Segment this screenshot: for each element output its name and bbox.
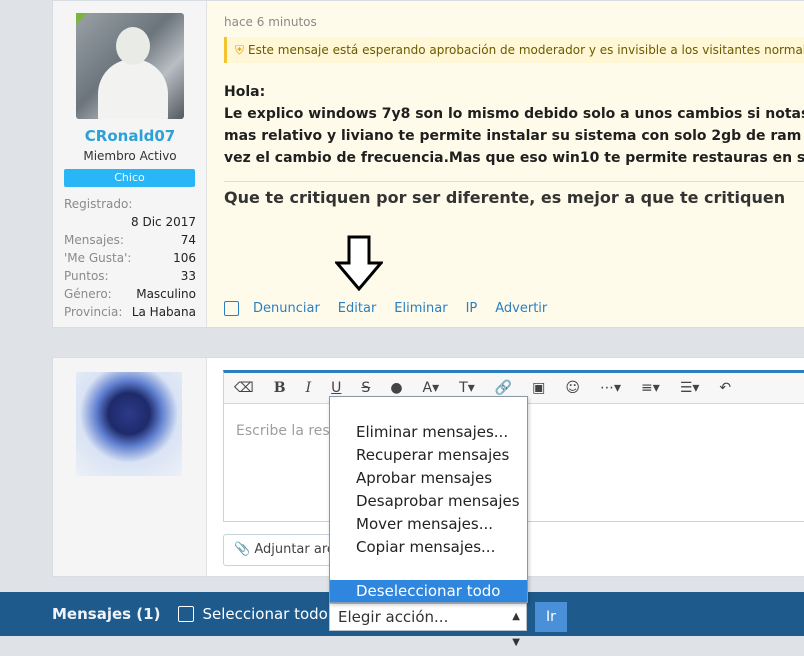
user-avatar[interactable] (76, 13, 184, 119)
image-icon[interactable]: ▣ (532, 380, 545, 396)
list-icon[interactable]: ☰▾ (680, 380, 700, 396)
stat-value: 33 (180, 269, 196, 283)
post-body: Hola: Le explico windows 7y8 son lo mism… (224, 81, 804, 169)
post-body-line: mas relativo y liviano te permite instal… (224, 128, 804, 144)
stat-row: Puntos: 33 (64, 267, 196, 285)
shield-icon: ⛨ (235, 43, 245, 57)
post-body-line: Le explico windows 7y8 son lo mismo debi… (224, 106, 804, 122)
stat-label: Mensajes: (64, 233, 124, 247)
stat-value: La Habana (131, 305, 196, 319)
dropdown-option[interactable]: Copiar mensajes... (356, 538, 495, 556)
post: CRonald07 Miembro Activo Chico Registrad… (52, 0, 804, 328)
stat-label: 'Me Gusta': (64, 251, 132, 265)
post-body-line: Hola: (224, 84, 266, 100)
stat-row: Provincia: La Habana (64, 303, 196, 321)
stat-value: 74 (180, 233, 196, 247)
paperclip-icon: 📎 (234, 542, 251, 557)
font-size-icon[interactable]: A▾ (423, 380, 440, 396)
moderation-notice: ⛨ Este mensaje está esperando aprobación … (224, 37, 804, 63)
stat-label: Género: (64, 287, 112, 301)
stat-value: 106 (173, 251, 196, 265)
align-icon[interactable]: ≡▾ (641, 380, 660, 396)
stat-label: Provincia: (64, 305, 123, 319)
stat-label: Puntos: (64, 269, 109, 283)
selected-messages-count: Mensajes (1) (52, 605, 161, 623)
bold-icon[interactable]: B (274, 380, 286, 396)
select-all-checkbox[interactable] (178, 606, 195, 622)
strikethrough-icon[interactable]: S (361, 380, 370, 396)
down-arrow-icon (335, 235, 383, 291)
post-actions: Denunciar Editar Eliminar IP Advertir (224, 301, 565, 316)
attach-label: Adjuntar arc (254, 542, 335, 557)
post-user-sidebar: CRonald07 Miembro Activo Chico Registrad… (53, 1, 207, 327)
stat-row: Género: Masculino (64, 285, 196, 303)
delete-link[interactable]: Eliminar (394, 301, 447, 316)
user-badge: Chico (64, 169, 195, 187)
warn-link[interactable]: Advertir (495, 301, 547, 316)
stat-value: 8 Dic 2017 (131, 215, 196, 229)
italic-icon[interactable]: I (306, 380, 312, 396)
select-post-checkbox[interactable] (224, 301, 239, 316)
current-user-avatar (76, 372, 182, 476)
link-icon[interactable]: 🔗 (495, 380, 512, 396)
dropdown-option[interactable]: Desaprobar mensajes (356, 492, 520, 510)
text-style-icon[interactable]: T▾ (459, 380, 475, 396)
moderation-notice-text: Este mensaje está esperando aprobación d… (248, 43, 804, 57)
select-all-label[interactable]: Seleccionar todo (202, 605, 327, 623)
user-stats: Registrado: 8 Dic 2017 Mensajes: 74 'Me G… (64, 195, 196, 321)
go-button[interactable]: Ir (535, 602, 567, 632)
dropdown-option[interactable]: Mover mensajes... (356, 515, 493, 533)
post-body-line: vez el cambio de frecuencia.Mas que eso … (224, 150, 804, 166)
action-select-value: Elegir acción... (338, 608, 449, 626)
select-arrows-icon: ▲ ▼ (512, 611, 520, 648)
post-signature: Que te critiquen por ser diferente, es m… (224, 181, 804, 207)
stat-row: 8 Dic 2017 (64, 213, 196, 231)
post-timestamp[interactable]: hace 6 minutos (224, 15, 317, 29)
color-icon[interactable]: ● (390, 380, 402, 396)
online-indicator (76, 13, 88, 25)
smiley-icon[interactable]: ☺ (565, 380, 580, 396)
stat-row: Registrado: (64, 195, 196, 213)
report-link[interactable]: Denunciar (253, 301, 320, 316)
action-select[interactable]: Elegir acción... ▲ ▼ (329, 603, 527, 648)
edit-link[interactable]: Editar (338, 301, 377, 316)
dropdown-option[interactable]: Eliminar mensajes... (356, 423, 508, 441)
post-content: hace 6 minutos ⛨ Este mensaje está espera… (207, 1, 804, 327)
stat-row: 'Me Gusta': 106 (64, 249, 196, 267)
editor-placeholder[interactable]: Escribe la res (236, 423, 330, 439)
stat-label: Registrado: (64, 197, 133, 211)
action-dropdown: Eliminar mensajes... Recuperar mensajes … (329, 396, 528, 603)
user-role: Miembro Activo (83, 149, 177, 163)
underline-icon[interactable]: U (331, 380, 341, 396)
dropdown-option-selected[interactable]: Deseleccionar todo (330, 580, 527, 602)
eraser-icon[interactable]: ⌫ (234, 380, 254, 396)
undo-icon[interactable]: ↶ (719, 380, 731, 396)
stat-row: Mensajes: 74 (64, 231, 196, 249)
more-icon[interactable]: ⋯▾ (600, 380, 621, 396)
reply-user-sidebar (53, 358, 207, 576)
stat-value: Masculino (136, 287, 196, 301)
username-link[interactable]: CRonald07 (53, 127, 207, 145)
dropdown-option[interactable]: Recuperar mensajes (356, 446, 509, 464)
ip-link[interactable]: IP (466, 301, 478, 316)
dropdown-option[interactable]: Aprobar mensajes (356, 469, 492, 487)
